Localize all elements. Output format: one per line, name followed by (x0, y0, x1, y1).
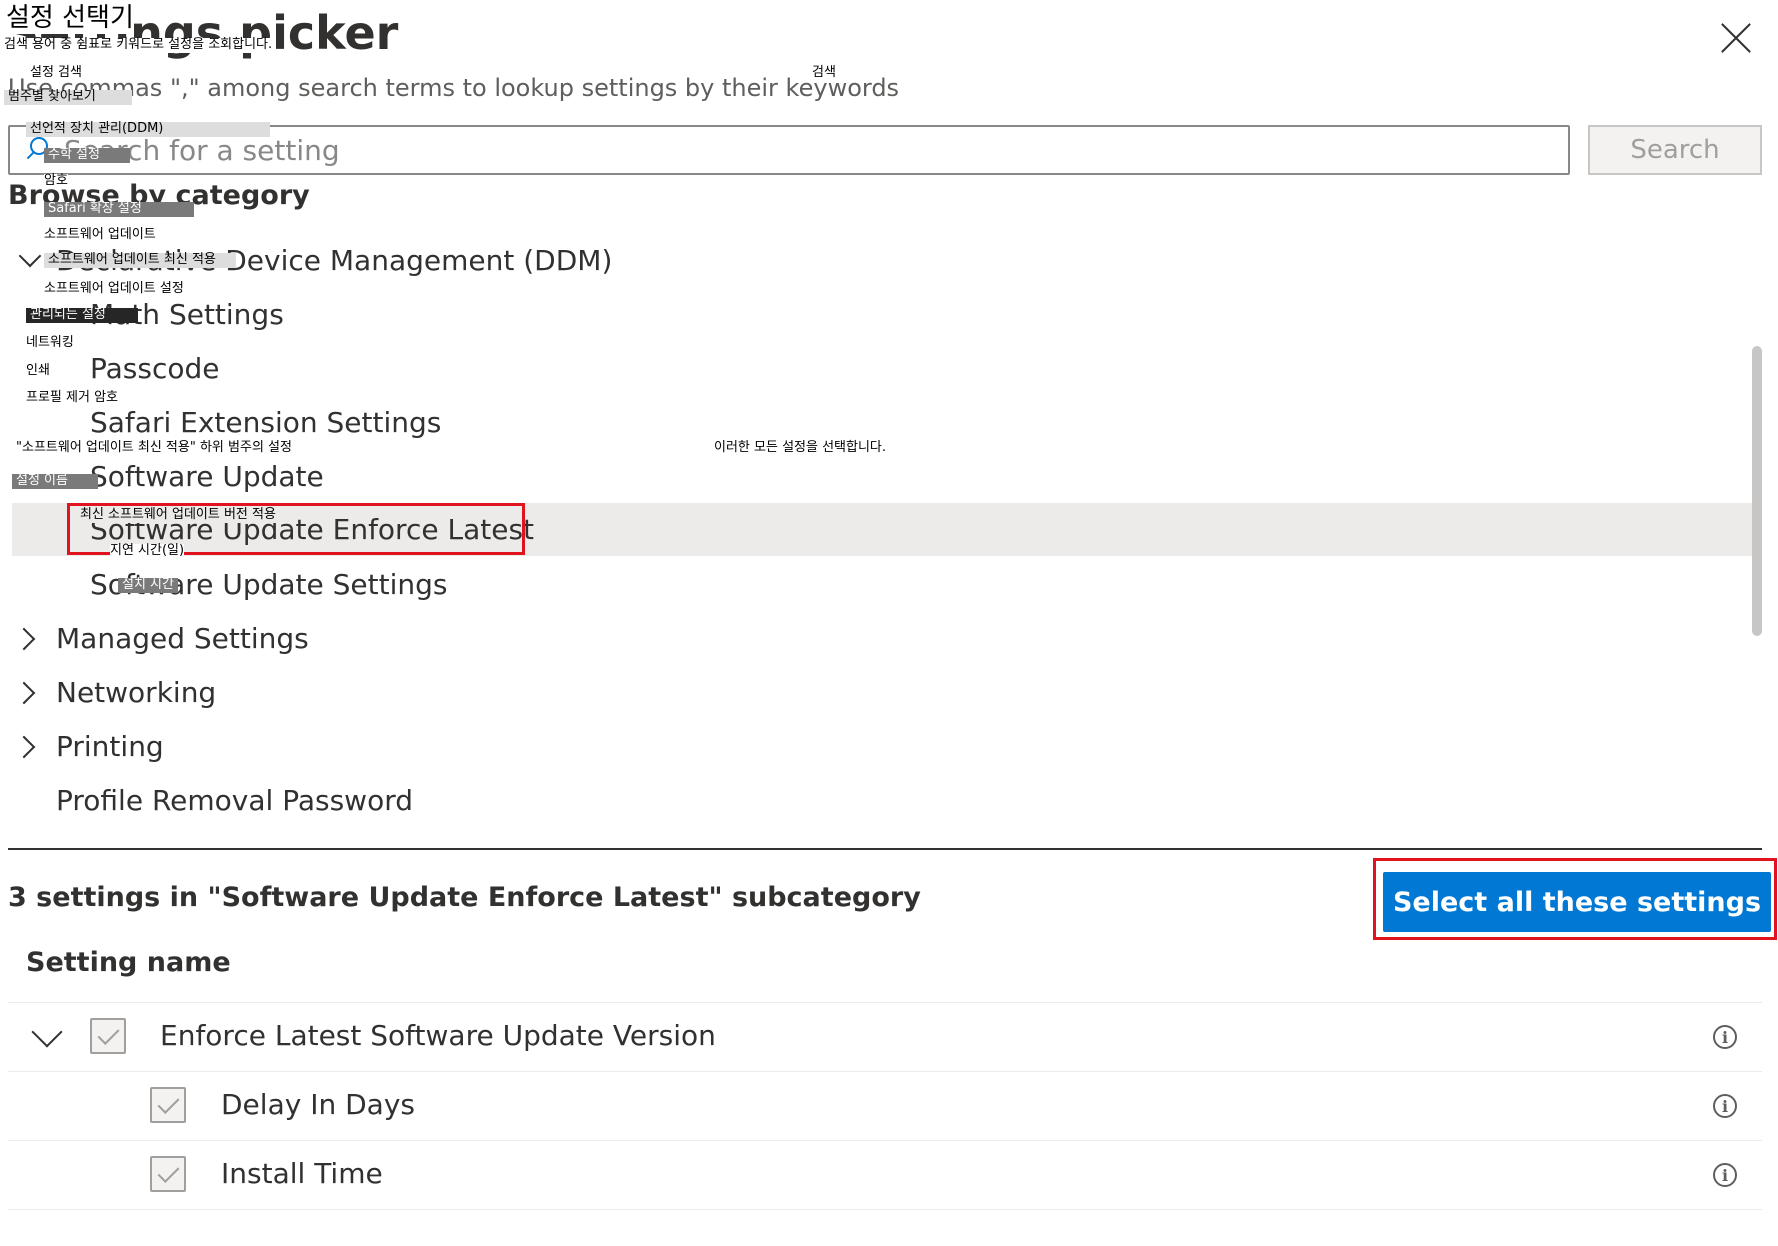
category-label: Printing (56, 730, 164, 763)
category-label: Profile Removal Password (56, 784, 413, 817)
category-profile-removal-password[interactable]: Profile Removal Password (12, 774, 1752, 827)
category-label: Software Update (90, 460, 324, 493)
setting-checkbox[interactable] (90, 1018, 126, 1054)
category-label: Safari Extension Settings (90, 406, 442, 439)
chevron-right-icon[interactable] (12, 681, 36, 705)
table-row[interactable]: Install Time i (8, 1141, 1762, 1209)
category-printing[interactable]: Printing (12, 720, 1752, 773)
ko-networking: 네트워킹 (26, 335, 74, 350)
search-button[interactable]: Search (1588, 125, 1762, 175)
category-software-update-settings[interactable]: Software Update Settings (12, 558, 1752, 611)
ko-select-all: 이러한 모든 설정을 선택합니다. (714, 440, 887, 456)
setting-name: Enforce Latest Software Update Version (160, 1019, 716, 1052)
ko-search-placeholder: 설정 검색 (30, 65, 82, 80)
category-math-settings[interactable]: Math Settings (12, 288, 1752, 341)
ko-math: 수학 설정 (44, 147, 130, 163)
info-icon[interactable]: i (1713, 1094, 1737, 1118)
category-software-update[interactable]: Software Update (12, 450, 1752, 503)
subcategory-count: 3 settings in "Software Update Enforce L… (8, 882, 921, 913)
category-label: Passcode (90, 352, 220, 385)
ko-enforce-latest: 소프트웨어 업데이트 최신 적용 (44, 252, 236, 268)
close-icon[interactable] (1718, 20, 1754, 56)
chevron-right-icon[interactable] (12, 735, 36, 759)
ko-browse: 범주별 찾아보기 (4, 89, 132, 105)
category-label: Networking (56, 676, 217, 709)
category-label: Managed Settings (56, 622, 309, 655)
ko-safari: Safari 확장 설정 (44, 201, 194, 217)
ko-hint: 검색 용어 중 쉼표로 키워드로 설정을 조회합니다. (4, 37, 273, 53)
chevron-down-icon[interactable] (18, 244, 42, 268)
divider (8, 848, 1762, 850)
ko-update-settings: 소프트웨어 업데이트 설정 (44, 281, 184, 297)
chevron-right-icon[interactable] (12, 627, 36, 651)
ko-install-time: 설치 시간 (118, 577, 178, 593)
info-icon[interactable]: i (1713, 1025, 1737, 1049)
info-icon[interactable]: i (1713, 1163, 1737, 1187)
setting-name: Install Time (221, 1157, 383, 1190)
ko-managed: 관리되는 설정 (26, 307, 138, 323)
divider (8, 1209, 1762, 1210)
search-hint: Use commas "," among search terms to loo… (8, 74, 900, 102)
ko-profile-removal: 프로필 제거 암호 (26, 390, 118, 405)
ko-search-button: 검색 (812, 65, 836, 80)
setting-checkbox[interactable] (150, 1156, 186, 1192)
category-scrollbar[interactable] (1752, 346, 1762, 636)
chevron-down-icon[interactable] (31, 1016, 63, 1048)
search-input[interactable] (62, 132, 1466, 168)
ko-delay: 지연 시간(일) (110, 543, 185, 559)
table-row[interactable]: Delay In Days i (8, 1072, 1762, 1140)
table-row[interactable]: Enforce Latest Software Update Version i (8, 1003, 1762, 1071)
column-header-setting-name: Setting name (26, 947, 231, 978)
ko-enforce-version: 최신 소프트웨어 업데이트 버전 적용 (80, 507, 276, 523)
ko-count-text: "소프트웨어 업데이트 최신 적용" 하위 범주의 설정 (16, 440, 292, 456)
ko-title: 설정 선택기 (6, 3, 134, 34)
ko-printing: 인쇄 (26, 363, 50, 378)
ko-ddm: 선언적 장치 관리(DDM) (26, 121, 270, 137)
category-managed-settings[interactable]: Managed Settings (12, 612, 1752, 665)
setting-name: Delay In Days (221, 1088, 415, 1121)
category-networking[interactable]: Networking (12, 666, 1752, 719)
setting-checkbox[interactable] (150, 1087, 186, 1123)
select-all-button[interactable]: Select all these settings (1383, 872, 1771, 932)
category-ddm[interactable]: Declarative Device Management (DDM) (12, 234, 1752, 287)
ko-software-update: 소프트웨어 업데이트 (44, 227, 156, 243)
category-passcode[interactable]: Passcode (12, 342, 1752, 395)
ko-column-header: 설정 이름 (12, 473, 98, 489)
ko-passcode: 암호 (44, 173, 68, 189)
